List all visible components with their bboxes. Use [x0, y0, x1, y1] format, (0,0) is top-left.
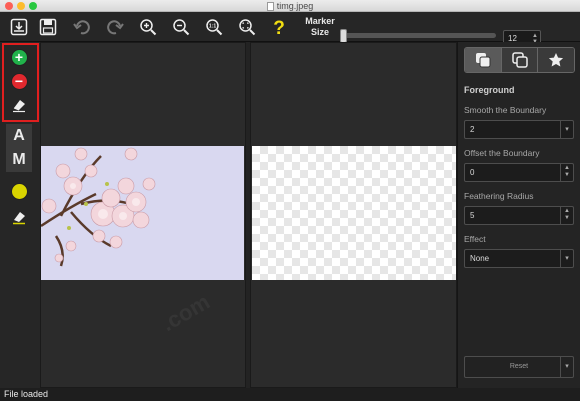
remove-background-tool[interactable]: −: [6, 69, 32, 93]
minimize-window-button[interactable]: [17, 2, 25, 10]
status-bar: File loaded: [0, 388, 580, 401]
effect-select[interactable]: None ▾: [464, 249, 574, 268]
undo-icon: [73, 20, 90, 35]
feathering-radius-stepper[interactable]: 5 ▲ ▼: [464, 206, 574, 225]
chevron-down-icon: ▾: [560, 250, 573, 267]
hair-eraser-tool[interactable]: [6, 205, 32, 229]
window-title-bar: timg.jpeg: [0, 0, 580, 12]
zoom-out-button[interactable]: [170, 16, 192, 38]
close-window-button[interactable]: [5, 2, 13, 10]
hair-brush-tool[interactable]: [6, 179, 32, 203]
svg-text:?: ?: [273, 18, 285, 37]
save-button[interactable]: [37, 16, 59, 38]
foreground-layers-icon: [475, 53, 491, 68]
stepper-arrows-icon[interactable]: ▲▼: [560, 207, 573, 224]
stepper-arrows-icon[interactable]: ▲▼: [560, 164, 573, 181]
feathering-radius-value: 5: [470, 211, 475, 220]
help-button[interactable]: ?: [268, 16, 290, 38]
save-icon: [39, 18, 57, 36]
effect-label: Effect: [464, 234, 486, 244]
mode-segmented-control: [464, 47, 575, 73]
marker-size-slider-thumb[interactable]: [340, 29, 347, 43]
manual-letter: M: [6, 148, 32, 172]
add-foreground-tool[interactable]: +: [6, 45, 32, 69]
zoom-fit-button[interactable]: [236, 16, 258, 38]
offset-boundary-stepper[interactable]: 0 ▲ ▼: [464, 163, 574, 182]
section-title: Foreground: [464, 85, 515, 95]
zoom-out-icon: [173, 19, 190, 36]
window-title: timg.jpeg: [276, 1, 314, 11]
zoom-actual-size-button[interactable]: 1:1: [203, 16, 225, 38]
effect-value: None: [470, 254, 490, 263]
zoom-actual-icon: 1:1: [206, 19, 223, 36]
zoom-in-button[interactable]: [137, 16, 159, 38]
zoom-in-icon: [140, 19, 157, 36]
redo-icon: [107, 20, 124, 35]
reset-label: Reset: [509, 363, 529, 370]
tab-background[interactable]: [501, 48, 539, 72]
document-icon: [266, 1, 274, 11]
zoom-window-button[interactable]: [29, 2, 37, 10]
reset-button[interactable]: Reset ▾: [464, 356, 574, 378]
marker-size-slider-track[interactable]: [344, 33, 496, 38]
auto-letter: A: [6, 124, 32, 148]
import-button[interactable]: [8, 16, 30, 38]
star-icon: [549, 53, 564, 67]
background-layers-icon: [511, 52, 528, 68]
zoom-fit-icon: [239, 19, 256, 36]
toolbar: 1:1 ? Marker Size 12 ▲▼: [0, 12, 580, 47]
manual-mode-button[interactable]: M: [6, 148, 32, 172]
source-image[interactable]: [41, 146, 244, 280]
redo-button[interactable]: [104, 16, 126, 38]
offset-boundary-value: 0: [470, 168, 475, 177]
status-text: File loaded: [4, 389, 49, 399]
marker-size-label: Marker Size: [305, 16, 335, 37]
yellow-eraser-icon: [13, 212, 25, 225]
smooth-boundary-select[interactable]: 2 ▾: [464, 120, 574, 139]
eraser-icon: [13, 100, 25, 113]
plus-circle-icon: +: [10, 48, 28, 66]
help-icon: ?: [273, 18, 285, 37]
smooth-boundary-value: 2: [470, 125, 475, 134]
offset-boundary-label: Offset the Boundary: [464, 148, 540, 158]
undo-button[interactable]: [71, 16, 93, 38]
tab-effects[interactable]: [538, 48, 574, 72]
svg-text:1:1: 1:1: [209, 24, 216, 30]
auto-mode-button[interactable]: A: [6, 124, 32, 148]
smooth-boundary-label: Smooth the Boundary: [464, 105, 547, 115]
tab-foreground[interactable]: [465, 48, 502, 72]
chevron-down-icon: ▾: [560, 121, 573, 138]
yellow-circle-icon: [10, 182, 28, 200]
result-preview-transparent: [252, 146, 456, 280]
chevron-down-icon[interactable]: ▾: [560, 357, 573, 377]
feathering-radius-label: Feathering Radius: [464, 191, 534, 201]
minus-circle-icon: −: [10, 72, 28, 90]
import-icon: [10, 18, 28, 36]
settings-sidebar: Foreground Smooth the Boundary 2 ▾ Offse…: [457, 42, 580, 388]
blossom-photo: [41, 146, 244, 280]
eraser-tool[interactable]: [6, 93, 32, 117]
tool-palette: + − A M: [0, 42, 40, 388]
